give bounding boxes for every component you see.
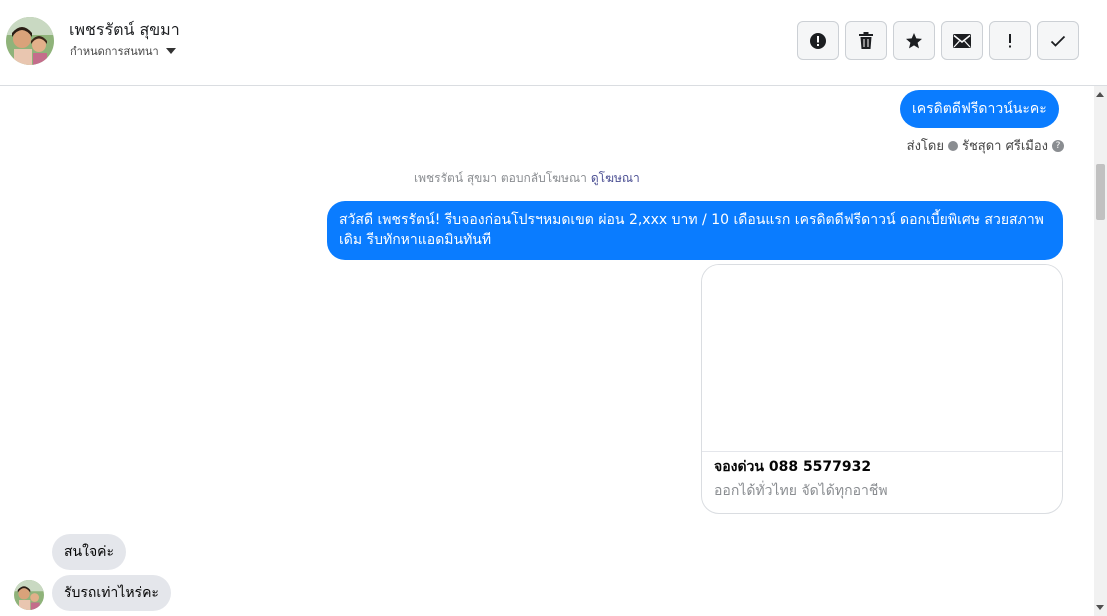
sent-by-name: รัชสุดา ศรีเมือง (961, 139, 1048, 154)
outgoing-message-bubble[interactable]: เครดิตดีฟรีดาวน์นะคะ (900, 90, 1059, 128)
check-icon (1050, 35, 1066, 47)
ad-image (702, 265, 1062, 452)
thread-scrollbar[interactable] (1094, 86, 1107, 616)
view-ad-link[interactable]: ดูโฆษณา (591, 171, 640, 185)
sender-avatar (14, 580, 44, 610)
scrollbar-thumb[interactable] (1096, 164, 1105, 220)
ad-reply-text: เพชรรัตน์ สุขมา ตอบกลับโฆษณา (414, 171, 587, 185)
delete-button[interactable] (845, 21, 887, 60)
inbox-conversation-view: เพชรรัตน์ สุขมา กำหนดการสนทนา เครดิตดีฟร… (0, 0, 1107, 616)
sent-by-prefix: ส่งโดย (906, 139, 944, 154)
conversation-toolbar (797, 21, 1079, 60)
star-icon (906, 32, 922, 48)
incoming-message-bubble[interactable]: รับรถเท่าไหร่คะ (52, 575, 171, 611)
mark-done-button[interactable] (1037, 21, 1079, 60)
outgoing-message-bubble[interactable]: สวัสดี เพชรรัตน์! รีบจองก่อนโปรฯหมดเขต ผ… (327, 201, 1063, 260)
conversation-header: เพชรรัตน์ สุขมา กำหนดการสนทนา (0, 0, 1107, 86)
contact-name[interactable]: เพชรรัตน์ สุขมา (69, 18, 180, 43)
envelope-icon (953, 33, 971, 48)
incoming-message-bubble[interactable]: สนใจค่ะ (52, 534, 127, 570)
scroll-down-arrow-icon[interactable] (1096, 605, 1104, 610)
mark-unread-button[interactable] (941, 21, 983, 60)
assign-conversation-label: กำหนดการสนทนา (70, 45, 159, 58)
ad-card-subtitle: ออกได้ทั่วไทย จัดได้ทุกอาชีพ (714, 483, 888, 499)
message-thread[interactable]: เครดิตดีฟรีดาวน์นะคะ ส่งโดย รัชสุดา ศรีเ… (0, 86, 1094, 616)
ad-reply-notice: เพชรรัตน์ สุขมา ตอบกลับโฆษณา ดูโฆษณา (414, 169, 640, 188)
ad-card[interactable]: จองด่วน 088 5577932 ออกได้ทั่วไทย จัดได้… (701, 264, 1063, 514)
sent-by-info: ส่งโดย รัชสุดา ศรีเมือง ? (907, 135, 1064, 156)
help-icon[interactable]: ? (1052, 139, 1064, 152)
report-spam-button[interactable] (797, 21, 839, 60)
scroll-up-arrow-icon[interactable] (1096, 92, 1104, 97)
verified-icon (947, 140, 958, 151)
trash-icon (859, 31, 873, 49)
caret-down-icon (165, 48, 176, 54)
follow-up-button[interactable] (989, 21, 1031, 60)
exclamation-circle-icon (810, 32, 826, 49)
ad-card-title: จองด่วน 088 5577932 (714, 459, 872, 475)
assign-conversation-dropdown[interactable]: กำหนดการสนทนา (70, 42, 176, 60)
contact-avatar[interactable] (6, 17, 54, 65)
exclamation-icon (1009, 33, 1011, 47)
star-button[interactable] (893, 21, 935, 60)
